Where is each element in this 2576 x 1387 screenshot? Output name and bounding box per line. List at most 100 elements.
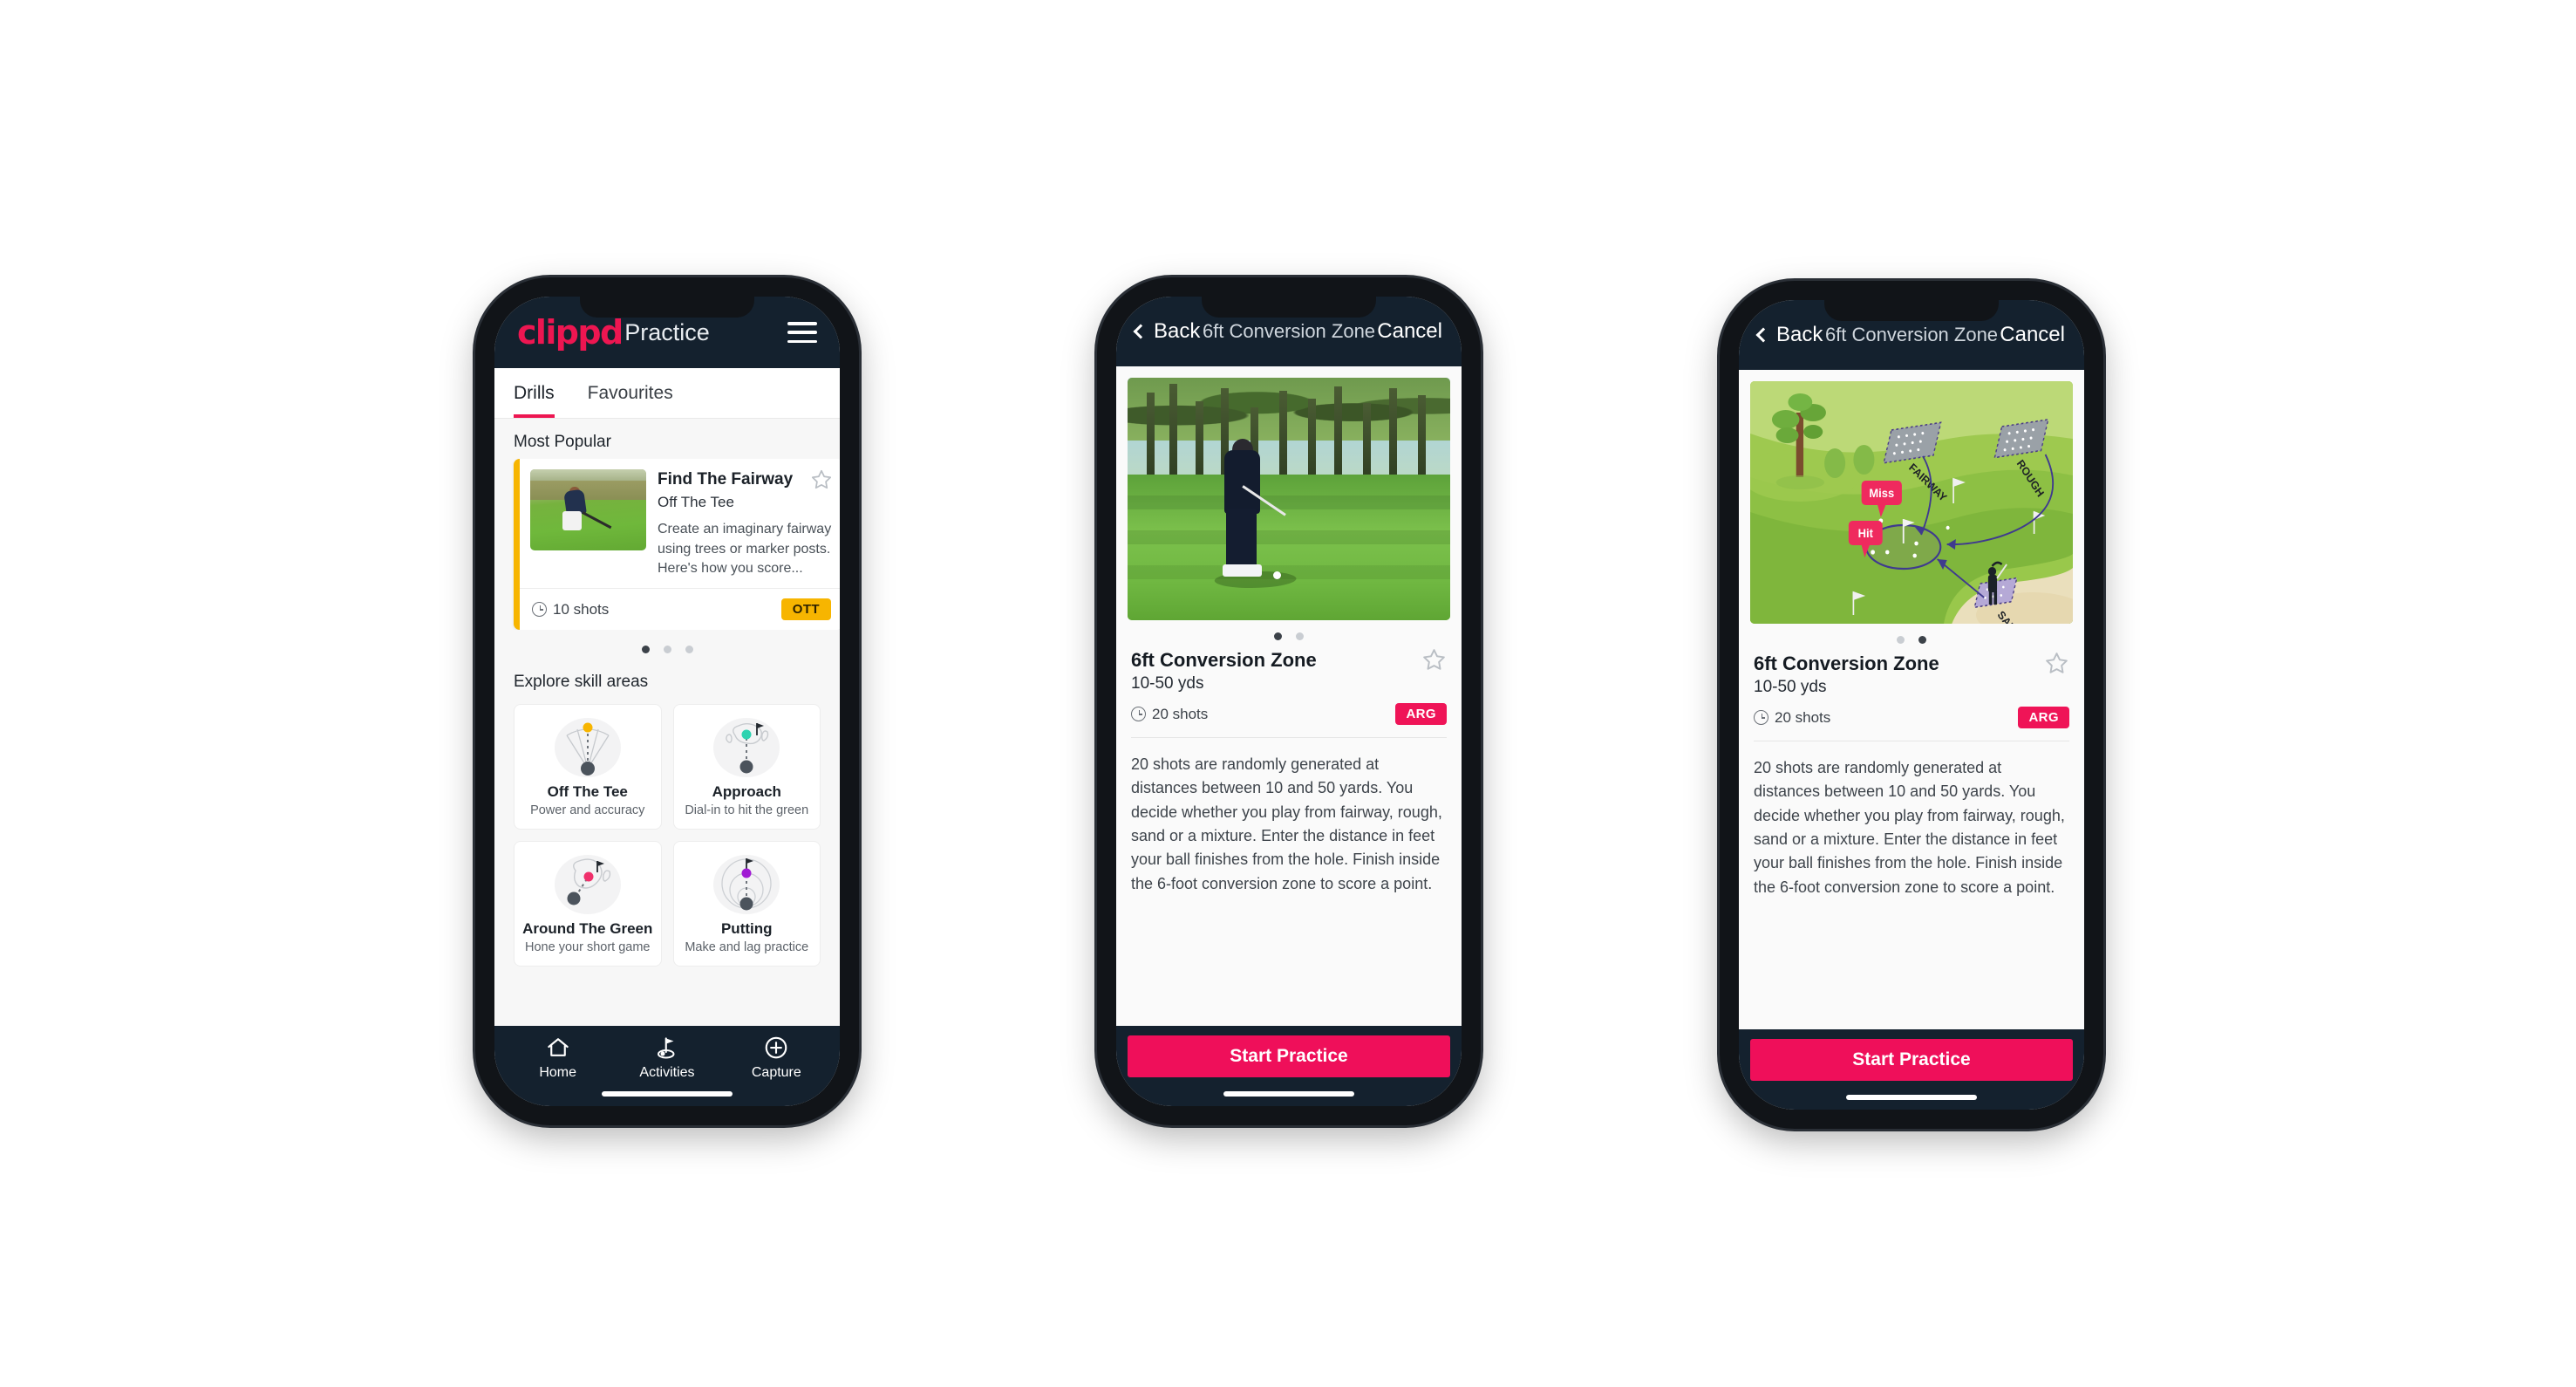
svg-text:Hit: Hit [1858, 527, 1874, 541]
phone1-screen: clippd Practice Drills Favourites Most P… [494, 297, 840, 1106]
skill-desc: Power and accuracy [530, 803, 645, 818]
tabbar-label: Capture [751, 1065, 801, 1080]
favourite-star-icon[interactable] [1421, 647, 1447, 673]
tab-favourites-label: Favourites [587, 382, 673, 403]
chevron-left-icon [1133, 324, 1148, 339]
clock-icon [1754, 710, 1768, 725]
drill-meta: 6ft Conversion Zone 10-50 yds 20 shots A… [1739, 653, 2084, 728]
clock-icon [1131, 707, 1146, 721]
drill-card[interactable]: Find The Fairway Off The Tee Create an i… [514, 459, 840, 631]
tabbar-item-capture[interactable]: Capture [722, 1035, 831, 1106]
skill-desc: Hone your short game [525, 940, 651, 955]
phone-mockup-drill-detail-photo: Back 6ft Conversion Zone Cancel 6ft Conv… [1097, 277, 1481, 1125]
pagination-dot-2[interactable] [663, 646, 671, 654]
back-button[interactable]: Back [1755, 323, 1823, 347]
home-icon [547, 1038, 569, 1056]
plus-circle-icon [766, 1036, 787, 1059]
practice-content-scroll[interactable]: Most Popular Find The Fairway Off The Te… [494, 419, 840, 1026]
most-popular-carousel[interactable]: Find The Fairway Off The Tee Create an i… [494, 459, 840, 631]
hamburger-menu-icon[interactable] [787, 322, 817, 343]
cancel-button[interactable]: Cancel [1377, 319, 1442, 344]
clippd-logo[interactable]: clippd [517, 316, 624, 349]
tab-favourites[interactable]: Favourites [588, 368, 687, 418]
phone2-screen: Back 6ft Conversion Zone Cancel 6ft Conv… [1116, 297, 1462, 1106]
detail-content: FAIRWAY ROUGH Miss Hit 6ft Conversion Zo… [1739, 370, 2084, 1029]
drill-skill-badge: OTT [780, 598, 831, 621]
skill-card-off-the-tee[interactable]: Off The Tee Power and accuracy [514, 704, 662, 830]
drill-detail-distance: 10-50 yds [1754, 678, 1827, 696]
home-indicator [1223, 1091, 1354, 1097]
cta-container: Start Practice [1739, 1029, 2084, 1110]
drill-subtitle: Off The Tee [658, 494, 734, 510]
back-button[interactable]: Back [1133, 319, 1201, 344]
favourite-star-icon[interactable] [810, 468, 833, 491]
phone-notch [1202, 297, 1376, 318]
drill-shots: 10 shots [532, 601, 609, 618]
svg-text:Miss: Miss [1869, 487, 1894, 501]
skill-card-putting[interactable]: Putting Make and lag practice [672, 841, 821, 967]
drill-detail-description: 20 shots are randomly generated at dista… [1131, 755, 1442, 892]
drill-detail-shots-label: 20 shots [1152, 705, 1209, 722]
skill-name: Around The Green [522, 920, 653, 938]
tab-drills[interactable]: Drills [514, 368, 569, 418]
hero-dot-2[interactable] [1296, 632, 1304, 640]
start-practice-button[interactable]: Start Practice [1750, 1039, 2073, 1081]
golf-flag-icon [657, 1037, 675, 1059]
hero-pagination[interactable] [1116, 620, 1462, 649]
drill-hero-photo[interactable] [1128, 378, 1450, 620]
drill-thumbnail [530, 469, 646, 550]
drill-info: Find The Fairway Off The Tee Create an i… [658, 469, 833, 579]
pagination-dot-3[interactable] [685, 646, 693, 654]
home-indicator [602, 1091, 733, 1097]
hero-pagination[interactable] [1739, 624, 2084, 653]
most-popular-heading: Most Popular [514, 433, 611, 451]
detail-content: 6ft Conversion Zone 10-50 yds 20 shots A… [1116, 366, 1462, 1026]
phone-notch [1824, 300, 1999, 321]
drill-title: Find The Fairway [658, 470, 794, 489]
drill-detail-title: 6ft Conversion Zone [1131, 649, 1317, 671]
back-label: Back [1154, 319, 1201, 343]
around-green-icon [520, 852, 656, 917]
hero-dot-2[interactable] [1918, 636, 1926, 644]
skill-card-around-the-green[interactable]: Around The Green Hone your short game [514, 841, 662, 967]
skill-areas-grid: Off The Tee Power and accuracy Approach … [494, 699, 840, 979]
skill-areas-heading: Explore skill areas [514, 673, 649, 692]
skill-name: Off The Tee [547, 783, 628, 801]
drill-skill-badge: ARG [1395, 703, 1447, 725]
screenshot-canvas: clippd Practice Drills Favourites Most P… [0, 0, 2576, 1387]
phone3-screen: Back 6ft Conversion Zone Cancel FAIRWAY … [1739, 300, 2084, 1110]
phone-mockup-practice-list: clippd Practice Drills Favourites Most P… [475, 277, 859, 1125]
skill-card-approach[interactable]: Approach Dial-in to hit the green [672, 704, 821, 830]
skill-desc: Make and lag practice [685, 940, 809, 955]
skill-desc: Dial-in to hit the green [685, 803, 809, 818]
tabbar-item-home[interactable]: Home [503, 1035, 612, 1106]
drill-hero-illustration[interactable]: FAIRWAY ROUGH Miss Hit [1750, 381, 2073, 624]
drill-skill-badge: ARG [2018, 707, 2069, 728]
hero-dot-1[interactable] [1274, 632, 1282, 640]
cancel-button[interactable]: Cancel [2000, 323, 2065, 347]
carousel-pagination[interactable] [494, 630, 840, 659]
start-practice-button[interactable]: Start Practice [1128, 1035, 1450, 1077]
bottom-tab-bar: Home Activities Capture [494, 1026, 840, 1106]
drill-detail-shots: 20 shots [1131, 706, 1208, 723]
tee-fan-icon [520, 715, 656, 780]
clock-icon [532, 602, 547, 618]
tab-drills-label: Drills [514, 382, 555, 403]
phone-notch [580, 297, 754, 318]
skill-name: Putting [720, 920, 773, 938]
drill-detail-distance: 10-50 yds [1131, 674, 1204, 693]
drill-card-top: Find The Fairway Off The Tee Create an i… [520, 459, 840, 588]
drill-meta: 6ft Conversion Zone 10-50 yds 20 shots A… [1116, 649, 1462, 725]
pagination-dot-1[interactable] [641, 646, 650, 654]
putting-rings-icon [679, 852, 815, 917]
tabbar-label: Activities [639, 1065, 695, 1080]
skill-name: Approach [712, 783, 781, 801]
chevron-left-icon [1755, 327, 1771, 343]
favourite-star-icon[interactable] [2044, 651, 2069, 676]
back-label: Back [1776, 323, 1823, 346]
tab-bar: Drills Favourites [494, 368, 840, 419]
hero-dot-1[interactable] [1897, 636, 1905, 644]
drill-shots-label: 10 shots [553, 600, 610, 618]
drill-detail-description: 20 shots are randomly generated at dista… [1754, 759, 2065, 896]
cta-container: Start Practice [1116, 1026, 1462, 1106]
